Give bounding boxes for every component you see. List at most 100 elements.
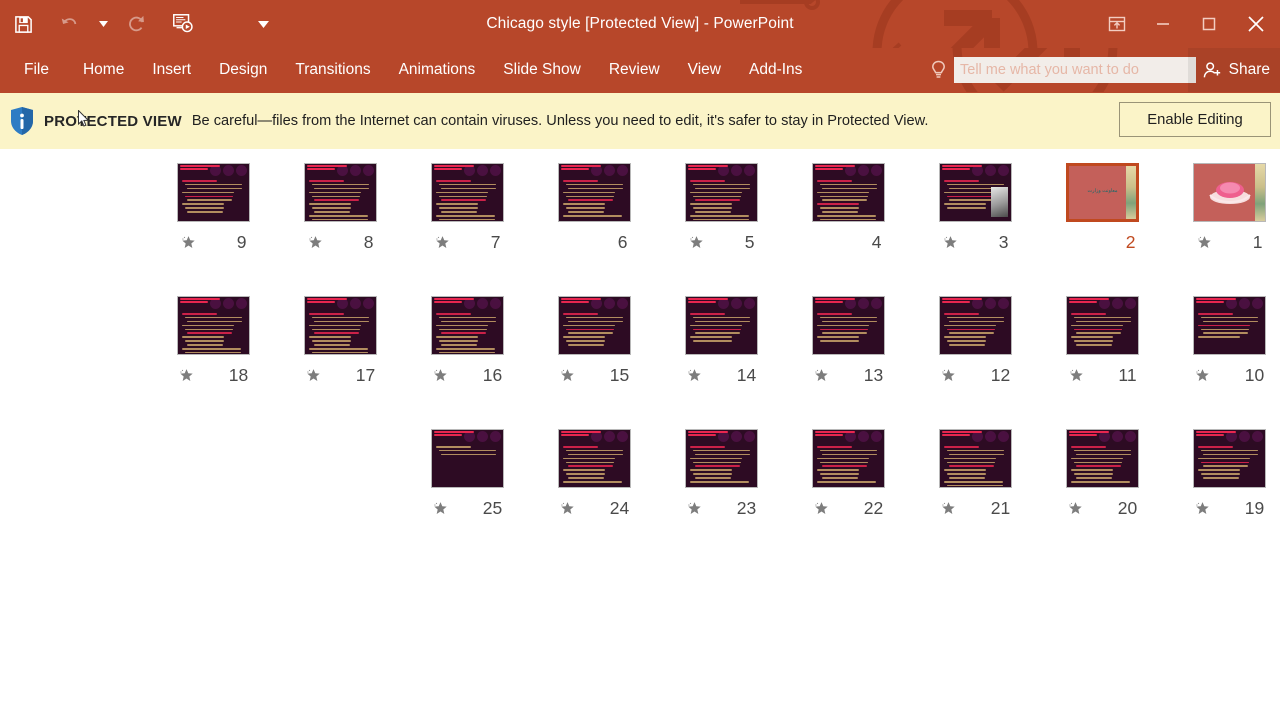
slide-thumbnail-image[interactable] — [431, 163, 504, 222]
slide-thumbnail-9[interactable]: 9 — [150, 163, 277, 257]
slide-thumbnail-19[interactable]: 19 — [1166, 429, 1280, 523]
share-button[interactable]: Share — [1187, 48, 1280, 92]
tab-home[interactable]: Home — [69, 48, 138, 92]
slide-thumbnail-23[interactable]: 23 — [658, 429, 785, 523]
transition-star-icon[interactable] — [560, 367, 576, 383]
undo-icon[interactable] — [46, 4, 92, 44]
tab-insert[interactable]: Insert — [138, 48, 205, 92]
transition-star-icon[interactable] — [433, 367, 449, 383]
tab-file[interactable]: File — [0, 48, 69, 92]
slide-thumbnail-10[interactable]: 10 — [1166, 296, 1280, 390]
slide-thumbnail-21[interactable]: 21 — [912, 429, 1039, 523]
transition-star-icon[interactable] — [941, 500, 957, 516]
transition-star-icon[interactable] — [179, 367, 195, 383]
transition-star-icon[interactable] — [1068, 500, 1084, 516]
undo-dropdown-chevron-down-icon[interactable] — [92, 4, 114, 44]
tell-me-input[interactable]: Tell me what you want to do — [954, 57, 1196, 83]
slide-thumbnail-13[interactable]: 13 — [785, 296, 912, 390]
tab-review[interactable]: Review — [595, 48, 674, 92]
slide-thumbnail-24[interactable]: 24 — [531, 429, 658, 523]
slide-thumbnail-image[interactable] — [812, 429, 885, 488]
slide-thumbnail-6[interactable]: 6 — [531, 163, 658, 257]
slide-sorter-pane[interactable]: 9 8 7 6 5 4 3 معاونت وزارت 2 1 18 17 16 15 14 13 12 11 10 2… — [0, 149, 1280, 720]
transition-star-icon[interactable] — [943, 234, 959, 250]
slide-thumbnail-image[interactable] — [812, 296, 885, 355]
transition-star-icon[interactable] — [433, 500, 449, 516]
transition-star-icon[interactable] — [435, 234, 451, 250]
transition-star-icon[interactable] — [687, 500, 703, 516]
slide-thumbnail-5[interactable]: 5 — [658, 163, 785, 257]
close-icon[interactable] — [1232, 1, 1280, 47]
ribbon-display-options-icon[interactable] — [1094, 1, 1140, 47]
slide-thumbnail-3[interactable]: 3 — [912, 163, 1039, 257]
slide-thumbnail-4[interactable]: 4 — [785, 163, 912, 257]
tab-design[interactable]: Design — [205, 48, 281, 92]
slide-thumbnail-8[interactable]: 8 — [277, 163, 404, 257]
transition-star-icon[interactable] — [1197, 234, 1213, 250]
slide-meta: 20 — [1039, 493, 1166, 523]
slide-thumbnail-14[interactable]: 14 — [658, 296, 785, 390]
slide-thumbnail-image[interactable] — [1066, 296, 1139, 355]
slide-thumbnail-15[interactable]: 15 — [531, 296, 658, 390]
transition-star-icon[interactable] — [687, 367, 703, 383]
slide-thumbnail-20[interactable]: 20 — [1039, 429, 1166, 523]
slide-thumbnail-image[interactable] — [431, 296, 504, 355]
restore-icon[interactable] — [1186, 1, 1232, 47]
minimize-icon[interactable] — [1140, 1, 1186, 47]
tab-add-ins[interactable]: Add-Ins — [735, 48, 816, 92]
slide-thumbnail-17[interactable]: 17 — [277, 296, 404, 390]
transition-star-icon[interactable] — [814, 367, 830, 383]
slide-thumbnail-22[interactable]: 22 — [785, 429, 912, 523]
slide-thumbnail-image[interactable] — [558, 296, 631, 355]
transition-star-icon[interactable] — [814, 500, 830, 516]
slide-thumbnail-image[interactable] — [939, 296, 1012, 355]
transition-star-icon[interactable] — [941, 367, 957, 383]
slide-thumbnail-image[interactable] — [1066, 429, 1139, 488]
slide-thumbnail-16[interactable]: 16 — [404, 296, 531, 390]
redo-icon[interactable] — [114, 4, 160, 44]
thumb-body-lines — [182, 313, 245, 354]
tab-view[interactable]: View — [674, 48, 735, 92]
start-slideshow-icon[interactable] — [160, 4, 206, 44]
save-icon[interactable] — [0, 4, 46, 44]
title-bar: Chicago style [Protected View] - PowerPo… — [0, 0, 1280, 48]
slide-meta: 7 — [404, 227, 531, 257]
tab-animations[interactable]: Animations — [385, 48, 490, 92]
slide-thumbnail-image[interactable] — [558, 429, 631, 488]
slide-thumbnail-image[interactable] — [304, 296, 377, 355]
slide-thumbnail-25[interactable]: 25 — [404, 429, 531, 523]
slide-thumbnail-18[interactable]: 18 — [150, 296, 277, 390]
transition-star-icon[interactable] — [306, 367, 322, 383]
enable-editing-button[interactable]: Enable Editing — [1119, 102, 1271, 137]
transition-star-icon[interactable] — [1195, 367, 1211, 383]
slide-thumbnail-7[interactable]: 7 — [404, 163, 531, 257]
slide-thumbnail-image[interactable] — [1193, 163, 1266, 222]
slide-thumbnail-image[interactable] — [431, 429, 504, 488]
transition-star-icon[interactable] — [1195, 500, 1211, 516]
slide-thumbnail-image[interactable] — [939, 429, 1012, 488]
slide-thumbnail-image[interactable] — [1193, 296, 1266, 355]
slide-thumbnail-image[interactable] — [939, 163, 1012, 222]
transition-star-icon[interactable] — [1068, 367, 1084, 383]
slide-thumbnail-image[interactable]: معاونت وزارت — [1066, 163, 1139, 222]
transition-star-icon[interactable] — [560, 500, 576, 516]
slide-thumbnail-image[interactable] — [177, 296, 250, 355]
tab-transitions[interactable]: Transitions — [281, 48, 384, 92]
transition-star-icon[interactable] — [308, 234, 324, 250]
slide-thumbnail-image[interactable] — [812, 163, 885, 222]
transition-star-icon[interactable] — [689, 234, 705, 250]
slide-thumbnail-1[interactable]: 1 — [1166, 163, 1280, 257]
customize-quick-access-chevron-down-icon[interactable] — [252, 4, 274, 44]
slide-thumbnail-image[interactable] — [177, 163, 250, 222]
slide-thumbnail-image[interactable] — [685, 429, 758, 488]
slide-thumbnail-image[interactable] — [558, 163, 631, 222]
slide-thumbnail-2[interactable]: معاونت وزارت 2 — [1039, 163, 1166, 257]
transition-star-icon[interactable] — [181, 234, 197, 250]
slide-thumbnail-image[interactable] — [304, 163, 377, 222]
tab-slide-show[interactable]: Slide Show — [489, 48, 595, 92]
slide-thumbnail-image[interactable] — [1193, 429, 1266, 488]
slide-thumbnail-image[interactable] — [685, 296, 758, 355]
slide-thumbnail-12[interactable]: 12 — [912, 296, 1039, 390]
slide-thumbnail-11[interactable]: 11 — [1039, 296, 1166, 390]
slide-thumbnail-image[interactable] — [685, 163, 758, 222]
